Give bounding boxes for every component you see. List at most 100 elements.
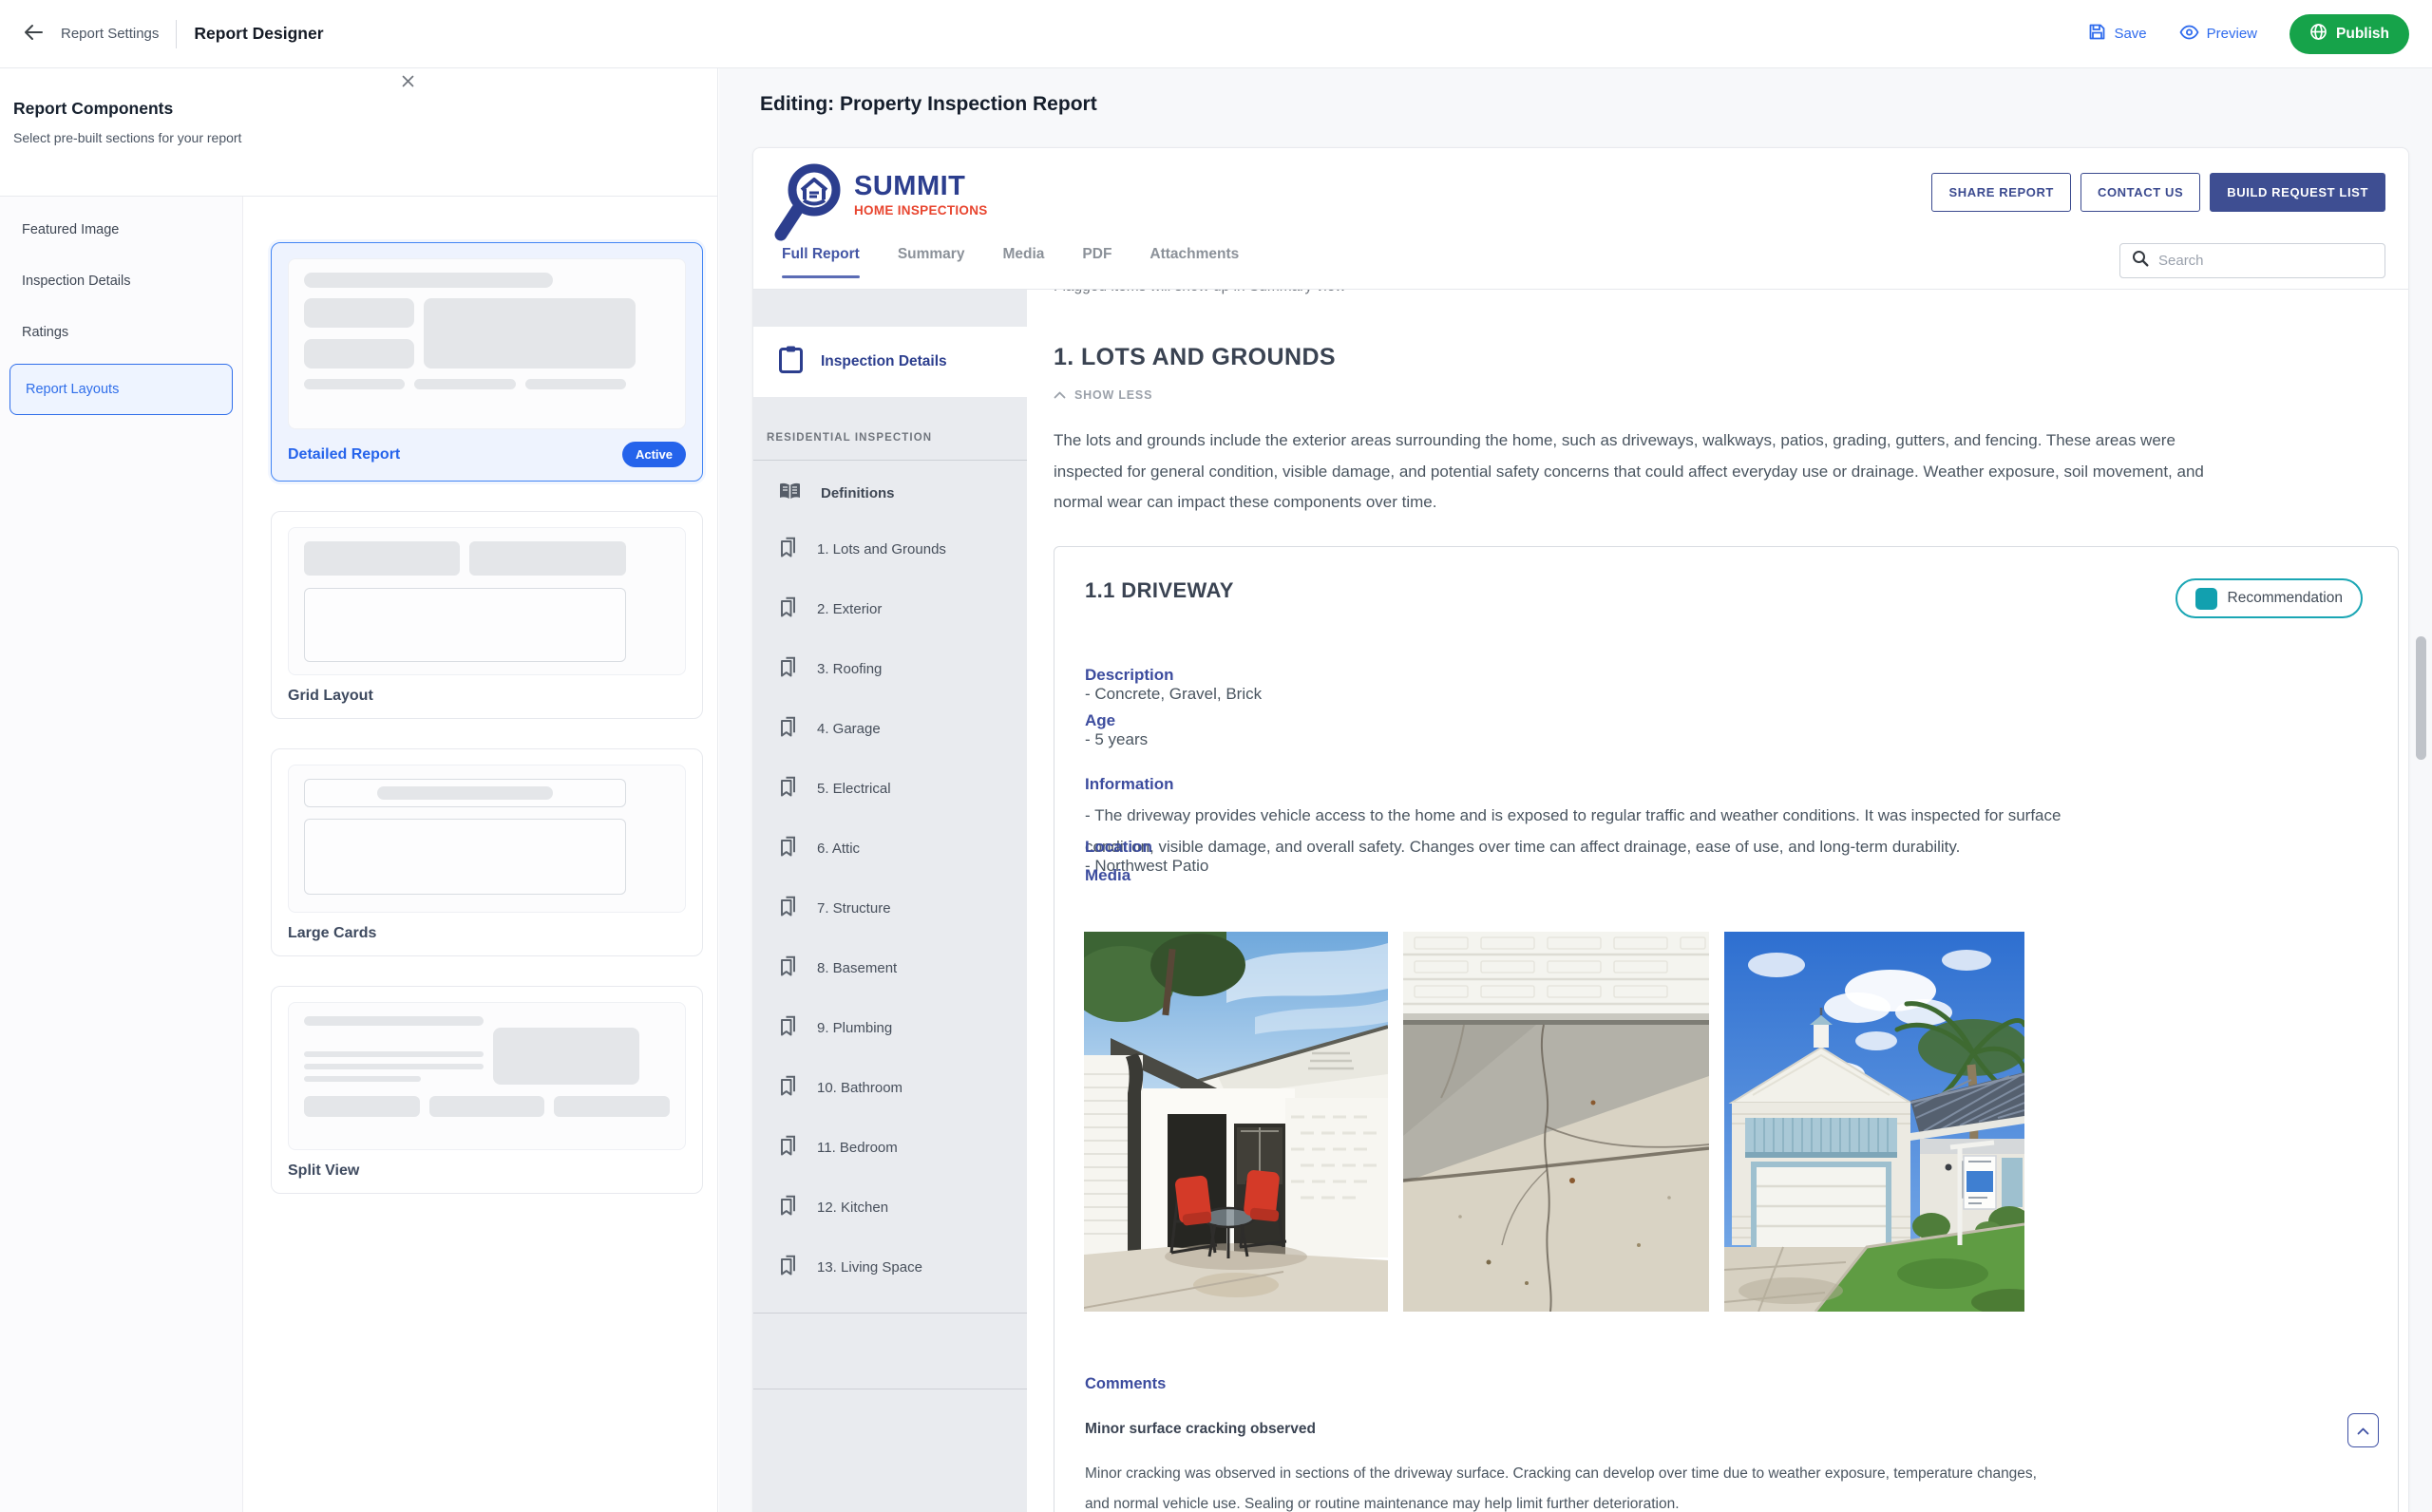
open-book-icon <box>778 482 802 505</box>
clipped-hint-text: Flagged items will show up in Summary vi… <box>1054 290 1346 295</box>
floppy-disk-icon <box>2088 23 2106 45</box>
panel-subtitle: Select pre-built sections for your repor… <box>13 130 717 145</box>
bookmark-icon <box>778 1135 798 1161</box>
media-heading: Media <box>1085 866 1130 885</box>
tab-summary[interactable]: Summary <box>898 246 965 273</box>
section-item[interactable]: 6. Attic <box>753 819 1027 879</box>
section-item[interactable]: 13. Living Space <box>753 1238 1027 1297</box>
top-bar-left: Report Settings Report Designer <box>23 20 324 48</box>
comment-title: Minor surface cracking observed <box>1085 1421 1316 1438</box>
preview-button[interactable]: Preview <box>2179 25 2257 44</box>
layout-card-grid-layout[interactable]: Grid Layout <box>271 511 703 719</box>
report-designer-app: Report Settings Report Designer Save Pre… <box>0 0 2432 1512</box>
tab-attachments[interactable]: Attachments <box>1150 246 1239 273</box>
field-label: Information <box>1085 775 1174 793</box>
back-button[interactable] <box>23 23 44 45</box>
layout-preview <box>288 765 686 913</box>
collapse-comment-button[interactable] <box>2347 1413 2379 1447</box>
layout-card-large-cards[interactable]: Large Cards <box>271 748 703 956</box>
section-item[interactable]: 4. Garage <box>753 699 1027 759</box>
search-icon <box>2132 250 2149 272</box>
media-photo-house-exterior[interactable] <box>1724 932 2024 1312</box>
section-item-label: 3. Roofing <box>817 661 882 677</box>
save-button[interactable]: Save <box>2088 23 2146 45</box>
section-item-label: 6. Attic <box>817 841 860 857</box>
nav-item-report-layouts[interactable]: Report Layouts <box>10 364 233 415</box>
section-item[interactable]: 11. Bedroom <box>753 1118 1027 1178</box>
layout-name: Grid Layout <box>288 688 373 705</box>
breadcrumb[interactable]: Report Settings <box>61 26 159 42</box>
publish-button[interactable]: Publish <box>2290 14 2409 54</box>
field-information: Information - The driveway provides vehi… <box>1085 737 2399 862</box>
close-panel-button[interactable] <box>397 70 419 95</box>
section-item-definitions[interactable]: Definitions <box>753 466 1027 520</box>
share-report-button[interactable]: SHARE REPORT <box>1931 173 2071 212</box>
layout-card-detailed-report[interactable]: Detailed Report Active <box>271 242 703 482</box>
section-nav-inspection-details[interactable]: Inspection Details <box>753 327 1027 397</box>
search-box <box>2119 243 2385 278</box>
arrow-left-icon <box>23 23 44 45</box>
layout-name: Detailed Report <box>288 446 400 463</box>
section-item[interactable]: 7. Structure <box>753 879 1027 938</box>
chevron-up-icon <box>2357 1424 2369 1438</box>
section-intro: The lots and grounds include the exterio… <box>1054 425 2399 519</box>
section-item[interactable]: 8. Basement <box>753 938 1027 998</box>
section-nav-label: Inspection Details <box>821 353 947 370</box>
nav-item-inspection-details[interactable]: Inspection Details <box>10 261 233 301</box>
inspection-item-card: 1.1 DRIVEWAY Recommendation Description … <box>1054 546 2399 1512</box>
field-label: Description <box>1085 666 1174 684</box>
bookmark-icon <box>778 1255 798 1280</box>
recommendation-label: Recommendation <box>2228 590 2343 607</box>
layout-card-split-view[interactable]: Split View <box>271 986 703 1194</box>
bookmark-icon <box>778 1195 798 1220</box>
brand-name: SUMMIT <box>854 172 988 200</box>
magnifier-house-icon <box>772 161 846 251</box>
scrollbar-thumb[interactable] <box>2416 636 2426 760</box>
comments-heading: Comments <box>1085 1375 1166 1393</box>
section-group-label: RESIDENTIAL INSPECTION <box>767 432 932 444</box>
media-photo-driveway-crack[interactable] <box>1403 932 1709 1312</box>
bookmark-icon <box>778 955 798 981</box>
section-item-label: 11. Bedroom <box>817 1140 898 1156</box>
preview-label: Preview <box>2207 26 2257 42</box>
section-item[interactable]: 3. Roofing <box>753 639 1027 699</box>
bookmark-icon <box>778 836 798 861</box>
build-request-list-button[interactable]: BUILD REQUEST LIST <box>2210 173 2385 212</box>
nav-item-featured-image[interactable]: Featured Image <box>10 210 233 250</box>
section-item[interactable]: 10. Bathroom <box>753 1058 1027 1118</box>
tab-pdf[interactable]: PDF <box>1082 246 1112 273</box>
section-item[interactable]: 12. Kitchen <box>753 1178 1027 1238</box>
recommendation-badge[interactable]: Recommendation <box>2176 578 2363 618</box>
section-item[interactable]: 5. Electrical <box>753 759 1027 819</box>
show-less-toggle[interactable]: SHOW LESS <box>1054 388 1152 402</box>
item-title: 1.1 DRIVEWAY <box>1085 578 1234 603</box>
tab-full-report[interactable]: Full Report <box>782 246 860 273</box>
save-label: Save <box>2114 26 2146 42</box>
media-photo-patio[interactable] <box>1084 932 1388 1312</box>
section-item[interactable]: 9. Plumbing <box>753 998 1027 1058</box>
show-less-label: SHOW LESS <box>1074 388 1152 402</box>
top-bar-actions: Save Preview Publish <box>2088 14 2409 54</box>
section-item-label: 5. Electrical <box>817 781 891 797</box>
brand-tagline: HOME INSPECTIONS <box>854 203 988 217</box>
bookmark-icon <box>778 1075 798 1101</box>
panel-title: Report Components <box>13 99 717 119</box>
section-item[interactable]: 1. Lots and Grounds <box>753 520 1027 579</box>
divider <box>753 460 1027 461</box>
layout-name: Split View <box>288 1162 359 1180</box>
nav-item-ratings[interactable]: Ratings <box>10 312 233 352</box>
report-content: Flagged items will show up in Summary vi… <box>1054 290 2399 1512</box>
field-label: Location <box>1085 838 1152 856</box>
search-input[interactable] <box>2158 253 2373 269</box>
section-item[interactable]: 2. Exterior <box>753 579 1027 639</box>
section-item-label: 4. Garage <box>817 721 881 737</box>
section-item-label: 13. Living Space <box>817 1259 922 1276</box>
contact-us-button[interactable]: CONTACT US <box>2080 173 2200 212</box>
brand-logo: SUMMIT HOME INSPECTIONS <box>772 161 988 251</box>
report-actions: SHARE REPORT CONTACT US BUILD REQUEST LI… <box>1931 173 2385 212</box>
section-item-label: 1. Lots and Grounds <box>817 541 946 558</box>
panel-body: Featured Image Inspection Details Rating… <box>0 197 717 1512</box>
tab-media[interactable]: Media <box>1002 246 1044 273</box>
section-title: 1. LOTS AND GROUNDS <box>1054 344 1336 371</box>
panel-header: Report Components Select pre-built secti… <box>0 68 717 197</box>
